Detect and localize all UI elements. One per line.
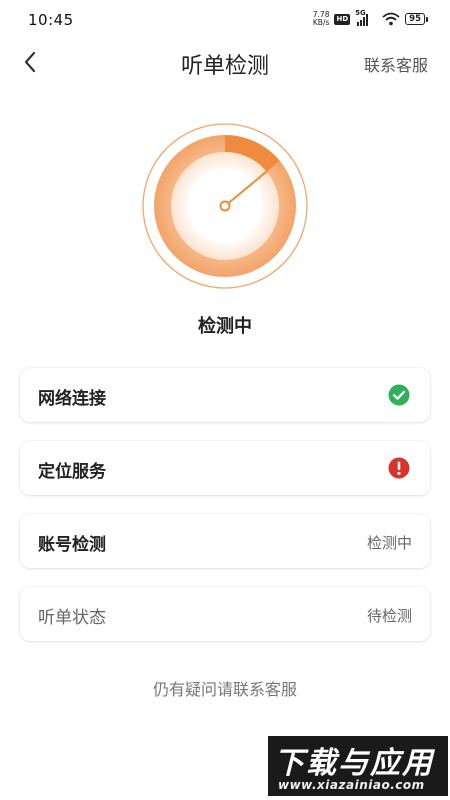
check-item-order-listening[interactable]: 听单状态 待检测 [20, 587, 430, 641]
contact-support-hint[interactable]: 仍有疑问请联系客服 [0, 676, 450, 700]
watermark-title: 下载与应用 [274, 746, 434, 781]
wifi-icon [382, 12, 400, 26]
detection-gauge [142, 123, 308, 289]
app-header: 听单检测 联系客服 [0, 40, 450, 84]
cellular-signal-icon: 5G [355, 9, 377, 26]
check-circle-icon [388, 384, 410, 406]
battery-level: 95 [405, 13, 425, 25]
network-type-label: 5G [355, 9, 366, 17]
check-item-label: 定位服务 [38, 462, 106, 482]
status-icons: 7.78 KB/s HD 5G 95 [313, 8, 428, 30]
check-item-label: 听单状态 [38, 608, 106, 628]
watermark-url: www.xiazainiao.com [278, 778, 425, 792]
network-speed: 7.78 KB/s [313, 11, 330, 27]
battery-icon: 95 [405, 13, 428, 25]
check-item-account[interactable]: 账号检测 检测中 [20, 514, 430, 568]
status-bar: 10:45 7.78 KB/s HD 5G 95 [0, 0, 450, 40]
contact-support-link[interactable]: 联系客服 [364, 52, 428, 76]
check-item-label: 账号检测 [38, 535, 106, 555]
check-item-label: 网络连接 [38, 389, 106, 409]
check-item-status: 检测中 [366, 534, 412, 552]
network-speed-unit: KB/s [312, 18, 330, 27]
check-item-location[interactable]: 定位服务 [20, 441, 430, 495]
watermark-logo: 下载与应用 www.xiazainiao.com [268, 736, 448, 796]
detection-status-text: 检测中 [198, 316, 252, 337]
gauge-pivot [219, 200, 231, 212]
status-time: 10:45 [28, 11, 74, 29]
check-item-network[interactable]: 网络连接 [20, 368, 430, 422]
error-circle-icon [388, 457, 410, 479]
hd-badge: HD [334, 13, 351, 25]
check-item-status: 待检测 [366, 607, 412, 625]
